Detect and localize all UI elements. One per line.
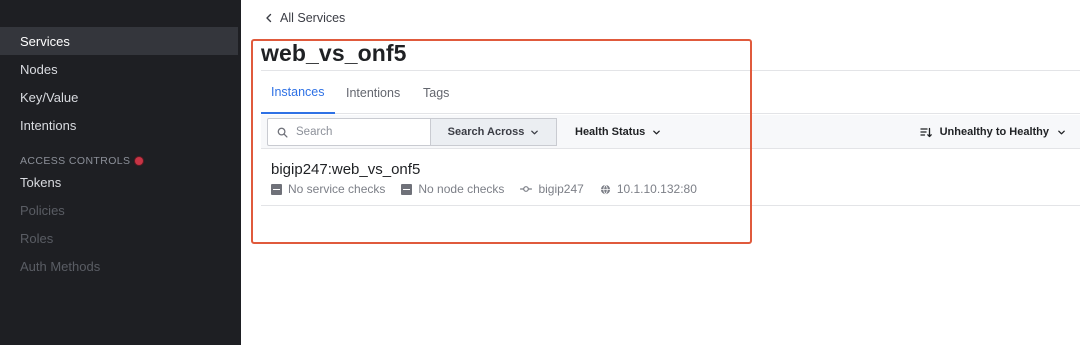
sort-dropdown[interactable]: Unhealthy to Healthy xyxy=(919,118,1066,146)
sidebar-item-services[interactable]: Services xyxy=(0,27,238,55)
sidebar-item-label: Tokens xyxy=(20,174,62,190)
health-status-label: Health Status xyxy=(575,126,646,138)
sidebar-item-roles: Roles xyxy=(0,224,238,252)
sidebar: Services Nodes Key/Value Intentions ACCE… xyxy=(0,0,241,345)
tab-label: Tags xyxy=(423,85,450,100)
instance-row[interactable]: bigip247:web_vs_onf5 No service checks N… xyxy=(261,150,1080,206)
sidebar-item-policies: Policies xyxy=(0,196,238,224)
tab-bar: Instances Intentions Tags xyxy=(261,70,1080,114)
search-across-label: Search Across xyxy=(447,126,525,138)
tab-label: Intentions xyxy=(346,85,401,100)
sidebar-item-tokens[interactable]: Tokens xyxy=(0,168,238,196)
minus-square-icon xyxy=(401,183,413,195)
sidebar-item-label: Policies xyxy=(20,202,65,218)
chevron-down-icon xyxy=(1058,130,1065,134)
page-title: web_vs_onf5 xyxy=(261,40,407,66)
search-icon xyxy=(277,127,288,138)
minus-square-icon xyxy=(271,183,282,195)
service-checks-label: No service checks xyxy=(288,182,386,196)
sidebar-item-label: Services xyxy=(20,33,70,49)
health-status-dropdown[interactable]: Health Status xyxy=(575,118,661,146)
sidebar-item-label: Nodes xyxy=(20,61,58,77)
filter-bar: Search Across Health Status Unhealthy to… xyxy=(261,115,1080,149)
breadcrumb-all-services[interactable]: All Services xyxy=(264,11,345,25)
tab-intentions[interactable]: Intentions xyxy=(336,71,410,114)
access-controls-heading: ACCESS CONTROLS xyxy=(20,155,144,167)
alert-dot-icon xyxy=(135,157,144,165)
tab-instances[interactable]: Instances xyxy=(261,71,335,114)
address-label: 10.1.10.132:80 xyxy=(616,182,697,196)
sidebar-item-label: Key/Value xyxy=(20,89,79,105)
sidebar-item-label: Intentions xyxy=(20,117,77,133)
globe-icon xyxy=(600,184,610,194)
search-across-dropdown[interactable]: Search Across xyxy=(431,118,557,146)
search-box xyxy=(267,118,431,146)
main-content: All Services web_vs_onf5 Instances Inten… xyxy=(241,0,1080,345)
breadcrumb-label: All Services xyxy=(280,11,346,25)
sidebar-item-intentions[interactable]: Intentions xyxy=(0,111,238,139)
node-checks-label: No node checks xyxy=(418,182,505,196)
sidebar-item-key-value[interactable]: Key/Value xyxy=(0,83,238,111)
node-checks-status: No node checks xyxy=(401,182,504,196)
instance-meta: No service checks No node checks bigip24… xyxy=(271,182,713,196)
address-info: 10.1.10.132:80 xyxy=(600,182,697,196)
sort-label: Unhealthy to Healthy xyxy=(939,126,1049,138)
section-heading-label: ACCESS CONTROLS xyxy=(20,155,131,167)
sidebar-item-label: Auth Methods xyxy=(20,258,101,274)
chevron-down-icon xyxy=(653,130,661,134)
tab-label: Instances xyxy=(271,84,325,99)
sidebar-item-auth-methods: Auth Methods xyxy=(0,252,238,280)
sidebar-item-nodes[interactable]: Nodes xyxy=(0,55,238,83)
node-link: bigip247 xyxy=(520,182,584,196)
chevron-down-icon xyxy=(531,130,539,134)
instance-name[interactable]: bigip247:web_vs_onf5 xyxy=(271,161,420,178)
chevron-left-icon xyxy=(266,13,272,23)
sidebar-item-label: Roles xyxy=(20,230,54,246)
sort-icon xyxy=(919,127,932,137)
node-icon xyxy=(520,186,533,192)
node-label: bigip247 xyxy=(538,182,584,196)
search-input[interactable] xyxy=(296,126,416,138)
service-checks-status: No service checks xyxy=(271,182,385,196)
tab-tags[interactable]: Tags xyxy=(413,71,459,114)
